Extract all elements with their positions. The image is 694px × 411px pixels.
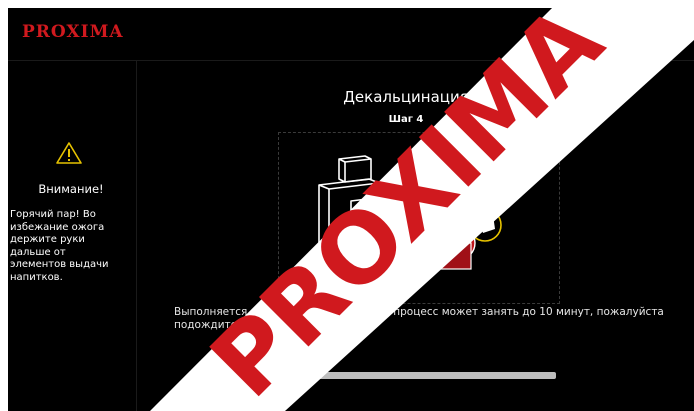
coffee-machine-icon	[318, 155, 502, 290]
status-message-highlight: процесс декальцинации	[250, 306, 387, 318]
brand-logo: PROXIMA	[22, 22, 124, 42]
descaling-illustration	[278, 132, 560, 304]
warning-triangle-icon	[56, 142, 82, 164]
page-title: Декальцинация	[343, 88, 469, 106]
top-bar: PROXIMA 00:46	[8, 8, 694, 61]
device-screen: PROXIMA 00:46 Внимание! Горячий пар! Во …	[8, 8, 694, 411]
warning-title: Внимание!	[38, 182, 104, 196]
clock: 00:46	[657, 24, 694, 40]
progress-bar	[276, 372, 556, 379]
status-message-text: Выполняется	[174, 306, 251, 318]
warning-panel: Внимание! Горячий пар! Во избежание ожог…	[8, 60, 137, 411]
warning-text: Горячий пар! Во избежание ожога держите …	[10, 209, 109, 283]
step-label: Шаг 4	[388, 114, 424, 125]
status-message: Выполняется процесс декальцинации, проце…	[174, 306, 674, 332]
descaling-tank-icon	[434, 208, 502, 270]
